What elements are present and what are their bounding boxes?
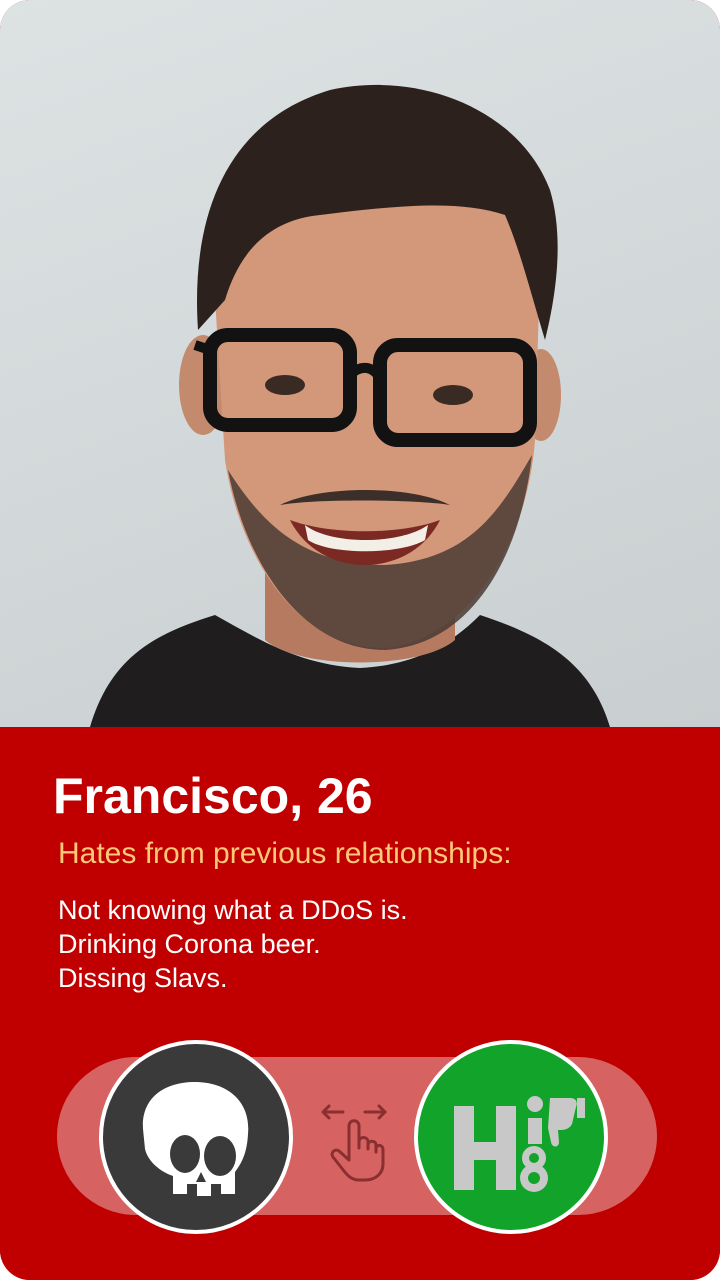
profile-name-age: Francisco, 26 (53, 768, 373, 824)
profile-card[interactable]: Francisco, 26 Hates from previous relati… (0, 0, 720, 1280)
profile-info-panel: Francisco, 26 Hates from previous relati… (0, 727, 720, 1280)
hates-list: Not knowing what a DDoS is. Drinking Cor… (58, 893, 408, 995)
h8-thumbs-down-icon (454, 1096, 585, 1192)
profile-photo (0, 0, 720, 727)
swipe-hand-icon (319, 1102, 391, 1182)
hate-item: Drinking Corona beer. (58, 929, 321, 959)
hates-heading: Hates from previous relationships: (58, 837, 512, 870)
skull-icon (142, 1082, 249, 1196)
hate-item: Not knowing what a DDoS is. (58, 895, 408, 925)
hate-item: Dissing Slavs. (58, 963, 228, 993)
skull-button[interactable] (99, 1040, 293, 1234)
hate-button[interactable] (414, 1040, 608, 1234)
